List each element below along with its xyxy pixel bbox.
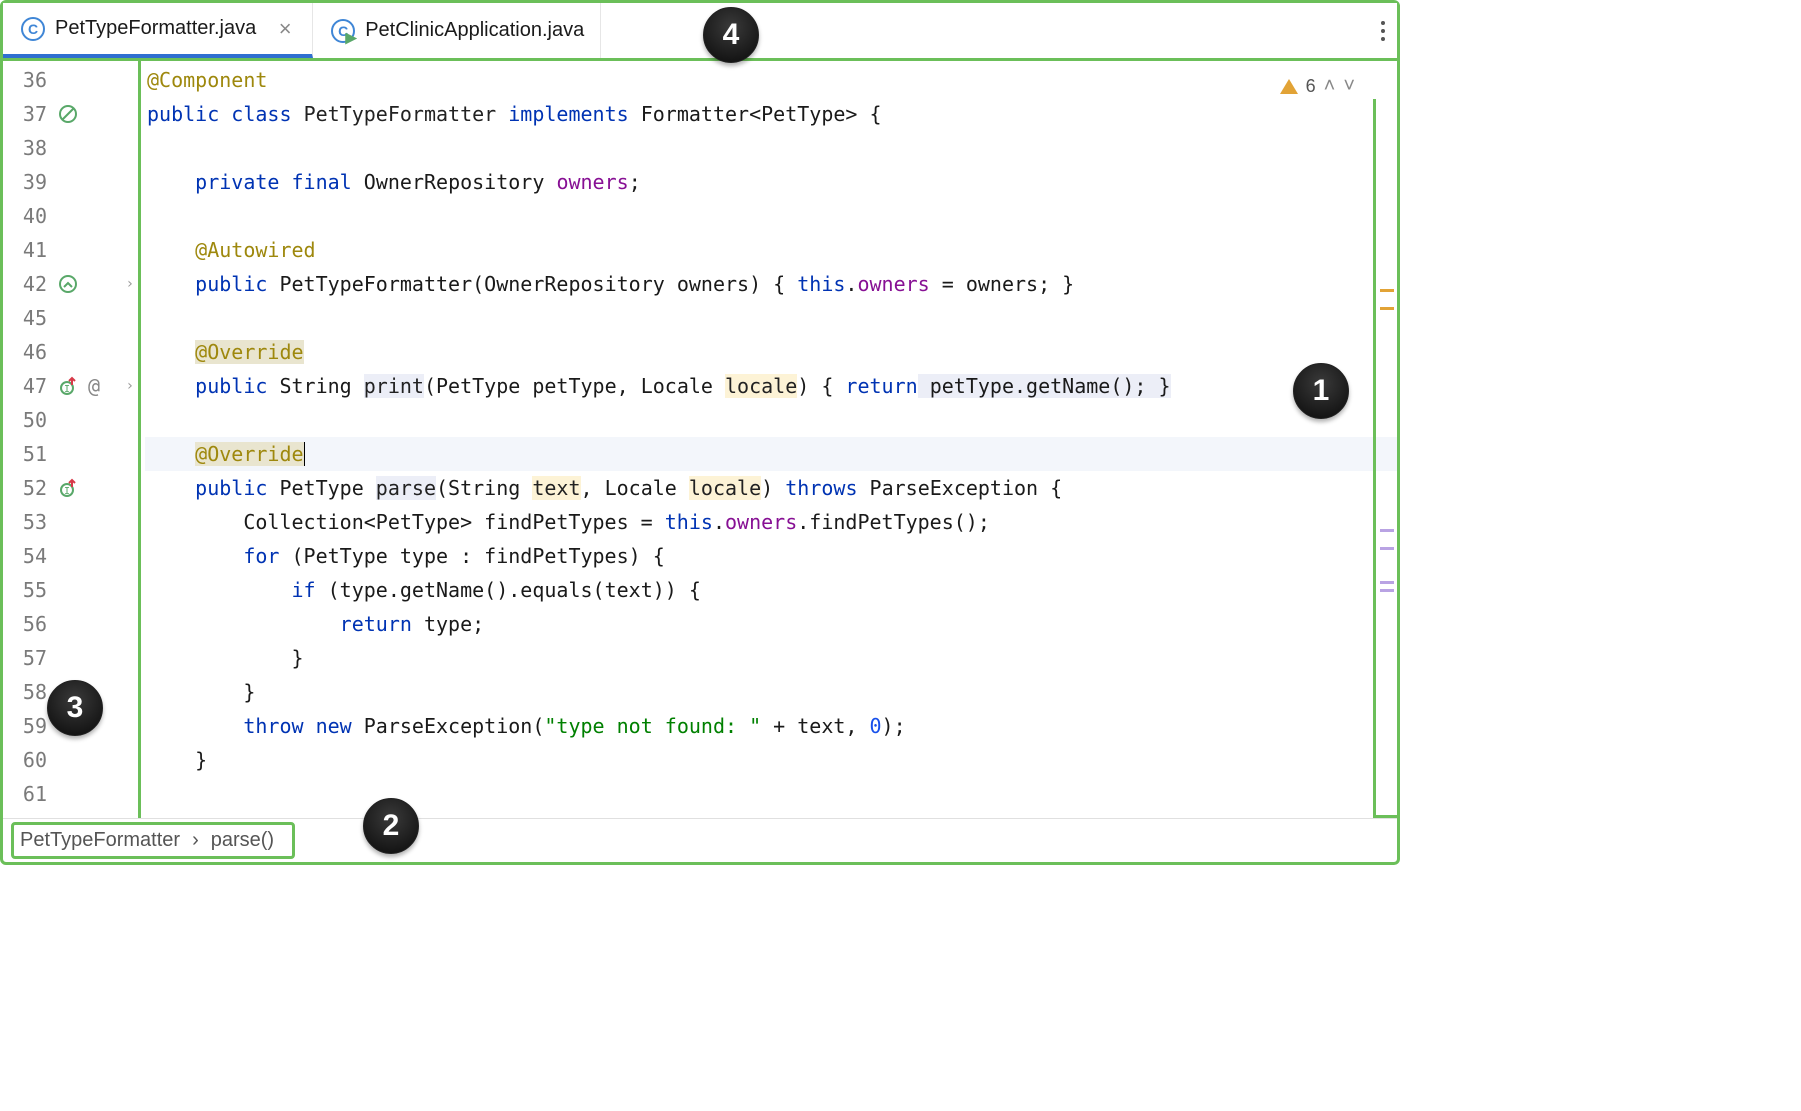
class-icon: C <box>21 17 45 41</box>
implements-icon[interactable]: I <box>57 477 79 499</box>
gutter-row: 53 <box>3 505 138 539</box>
gutter-row: 51 <box>3 437 138 471</box>
prev-highlight-icon[interactable]: ˄ <box>1324 69 1336 103</box>
inspections-widget[interactable]: 6 ˄ ˅ <box>1280 69 1355 103</box>
breadcrumbs-bar: PetTypeFormatter › parse() <box>3 818 1397 862</box>
fold-icon[interactable]: › <box>126 378 134 394</box>
gutter-row: 56 <box>3 607 138 641</box>
gutter-row: 57 <box>3 641 138 675</box>
gutter-row: 50 <box>3 403 138 437</box>
gutter-row: 47I@› <box>3 369 138 403</box>
editor-window: C PetTypeFormatter.java × C PetClinicApp… <box>0 0 1400 865</box>
error-stripe-mark[interactable] <box>1380 289 1394 292</box>
breadcrumb-method[interactable]: parse() <box>211 829 274 852</box>
next-highlight-icon[interactable]: ˅ <box>1343 69 1355 103</box>
implements-icon[interactable]: I <box>57 375 79 397</box>
gutter-row: 52I <box>3 471 138 505</box>
gutter-row: 42› <box>3 267 138 301</box>
warning-icon <box>1280 79 1298 94</box>
gutter-row: 41 <box>3 233 138 267</box>
editor-tab-bar: C PetTypeFormatter.java × C PetClinicApp… <box>3 3 1397 61</box>
code-editor[interactable]: 6 ˄ ˅ @Component public class PetTypeFor… <box>141 61 1397 818</box>
at-icon[interactable]: @ <box>83 375 105 397</box>
svg-text:I: I <box>64 486 70 497</box>
tab-label: PetClinicApplication.java <box>365 19 584 42</box>
error-stripe-mark[interactable] <box>1380 589 1394 592</box>
error-stripe[interactable] <box>1373 99 1397 818</box>
caret <box>304 442 305 466</box>
error-stripe-mark[interactable] <box>1380 529 1394 532</box>
chevron-right-icon: › <box>192 829 199 852</box>
gutter-row: 36 <box>3 63 138 97</box>
gutter-row: 61 <box>3 777 138 811</box>
tab-label: PetTypeFormatter.java <box>55 17 256 40</box>
error-stripe-mark[interactable] <box>1380 307 1394 310</box>
callout-3: 3 <box>47 680 103 736</box>
breadcrumb-class[interactable]: PetTypeFormatter <box>20 829 180 852</box>
gutter-row: 40 <box>3 199 138 233</box>
recursive-icon[interactable] <box>57 273 79 295</box>
gutter-row: 60 <box>3 743 138 777</box>
gutter-row: 39 <box>3 165 138 199</box>
kebab-menu-icon[interactable] <box>1381 21 1385 41</box>
gutter-row: 55 <box>3 573 138 607</box>
error-stripe-mark[interactable] <box>1380 547 1394 550</box>
breadcrumbs[interactable]: PetTypeFormatter › parse() <box>11 822 295 859</box>
fold-icon[interactable]: › <box>126 276 134 292</box>
no-entry-icon[interactable] <box>57 103 79 125</box>
editor-main-area: 36 37 38 39 40 41 42› 45 46 47I@› 50 51 … <box>3 61 1397 818</box>
gutter-row: 38 <box>3 131 138 165</box>
gutter-row: 37 <box>3 97 138 131</box>
editor-tab-petclinicapplication[interactable]: C PetClinicApplication.java <box>313 3 601 58</box>
current-line: @Override <box>145 437 1397 471</box>
close-icon[interactable]: × <box>274 18 296 40</box>
svg-text:I: I <box>64 384 70 395</box>
error-stripe-mark[interactable] <box>1380 581 1394 584</box>
runnable-class-icon: C <box>331 19 355 43</box>
gutter-row: 45 <box>3 301 138 335</box>
editor-tab-pettypeformatter[interactable]: C PetTypeFormatter.java × <box>3 3 313 58</box>
gutter-row: 54 <box>3 539 138 573</box>
gutter-row: 46 <box>3 335 138 369</box>
callout-4: 4 <box>703 7 759 63</box>
callout-2: 2 <box>363 798 419 854</box>
warning-count: 6 <box>1306 69 1316 103</box>
callout-1: 1 <box>1293 363 1349 419</box>
code-text: @Component <box>147 68 267 92</box>
